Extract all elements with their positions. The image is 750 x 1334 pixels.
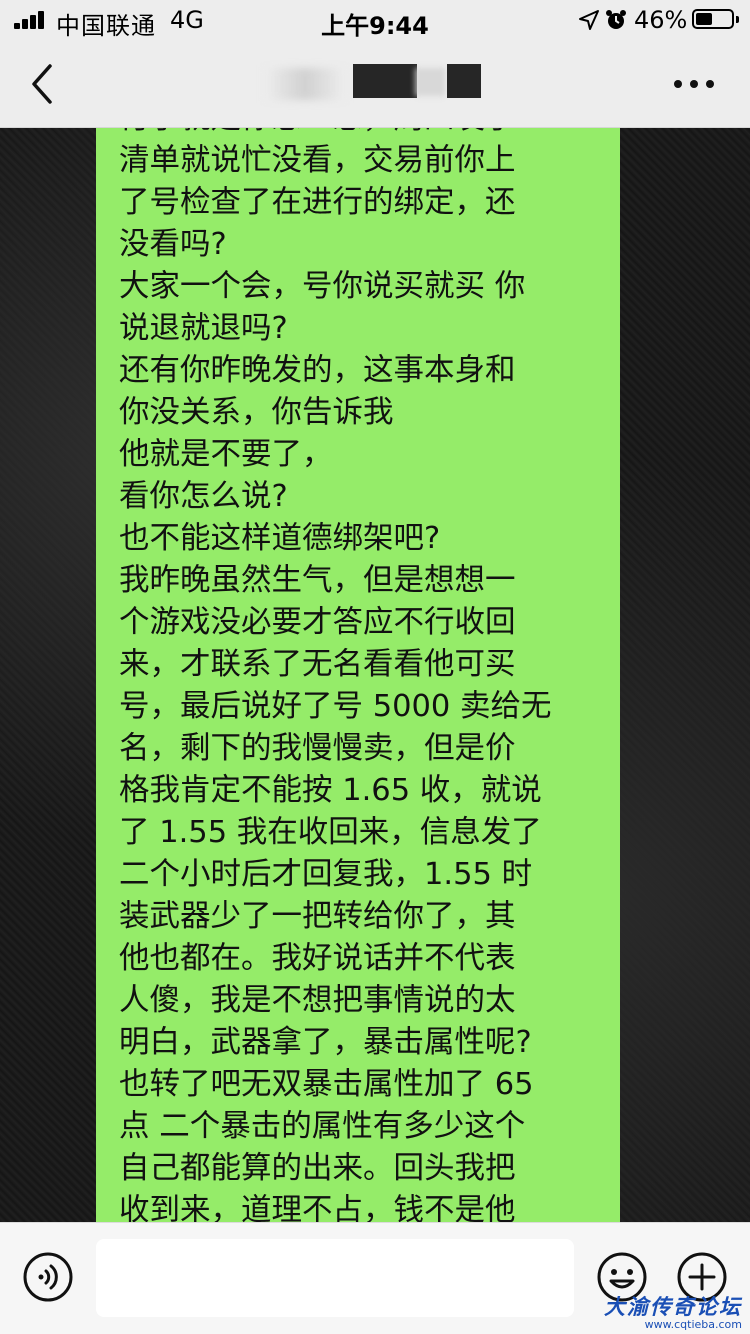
message-line: 二个小时后才回复我，1.55 时 bbox=[119, 857, 533, 892]
message-line: 付了就是你想一想，周四发了 bbox=[119, 128, 600, 140]
message-line: 点 二个暴击的属性有多少这个 bbox=[119, 1109, 526, 1144]
battery-icon bbox=[692, 9, 734, 29]
message-bubble-sent[interactable]: 付了就是你想一想，周四发了清单就说忙没看，交易前你上了号检查了在进行的绑定，还没… bbox=[96, 128, 620, 1222]
battery-tip bbox=[736, 16, 739, 23]
forum-watermark: 大渝传奇论坛 www.cqtieba.com bbox=[604, 1296, 742, 1330]
battery-percent: 46% bbox=[634, 6, 688, 34]
message-line: 格我肯定不能按 1.65 收，就说 bbox=[119, 773, 542, 808]
message-line: 号，最后说好了号 5000 卖给无 bbox=[119, 689, 552, 724]
chat-message-list[interactable]: 付了就是你想一想，周四发了清单就说忙没看，交易前你上了号检查了在进行的绑定，还没… bbox=[0, 128, 750, 1222]
message-line: 他就是不要了， bbox=[119, 437, 333, 472]
message-line: 他也都在。我好说话并不代表 bbox=[119, 941, 516, 976]
message-line: 了 1.55 我在收回来，信息发了 bbox=[119, 815, 542, 850]
location-arrow-icon bbox=[579, 10, 599, 30]
message-line: 没看吗? bbox=[119, 227, 227, 262]
chat-input-bar: 大渝传奇论坛 www.cqtieba.com bbox=[0, 1222, 750, 1334]
voice-input-icon[interactable] bbox=[22, 1251, 74, 1303]
message-line: 说退就退吗? bbox=[119, 311, 288, 346]
chat-header bbox=[0, 40, 750, 128]
chat-title-redacted bbox=[265, 60, 485, 106]
message-line: 个游戏没必要才答应不行收回 bbox=[119, 605, 516, 640]
message-line: 装武器少了一把转给你了，其 bbox=[119, 899, 516, 934]
message-line: 清单就说忙没看，交易前你上 bbox=[119, 143, 516, 178]
message-line: 大家一个会，号你说买就买 你 bbox=[119, 269, 526, 304]
message-line: 明白，武器拿了，暴击属性呢? bbox=[119, 1025, 532, 1060]
more-options-icon[interactable] bbox=[672, 78, 716, 90]
status-bar: 中国联通 4G 上午9:44 46% bbox=[0, 0, 750, 40]
watermark-url: www.cqtieba.com bbox=[644, 1318, 742, 1331]
message-line: 名，剩下的我慢慢卖，但是价 bbox=[119, 731, 516, 766]
message-line: 自己都能算的出来。回头我把 bbox=[119, 1151, 516, 1186]
message-line: 收到来，道理不占，钱不是他 bbox=[119, 1193, 516, 1222]
watermark-title: 大渝传奇论坛 bbox=[604, 1294, 742, 1319]
message-line: 看你怎么说? bbox=[119, 479, 288, 514]
message-line: 你没关系，你告诉我 bbox=[119, 395, 394, 430]
message-line: 了号检查了在进行的绑定，还 bbox=[119, 185, 516, 220]
message-line: 人傻，我是不想把事情说的太 bbox=[119, 983, 516, 1018]
back-chevron-icon[interactable] bbox=[28, 62, 58, 106]
message-line: 也转了吧无双暴击属性加了 65 bbox=[119, 1067, 534, 1102]
message-input[interactable] bbox=[96, 1239, 574, 1317]
battery-level-fill bbox=[696, 13, 712, 25]
message-line: 还有你昨晚发的，这事本身和 bbox=[119, 353, 516, 388]
alarm-clock-icon bbox=[606, 10, 626, 29]
message-line: 也不能这样道德绑架吧? bbox=[119, 521, 441, 556]
message-line: 我昨晚虽然生气，但是想想一 bbox=[119, 563, 516, 598]
message-line: 来，才联系了无名看看他可买 bbox=[119, 647, 516, 682]
